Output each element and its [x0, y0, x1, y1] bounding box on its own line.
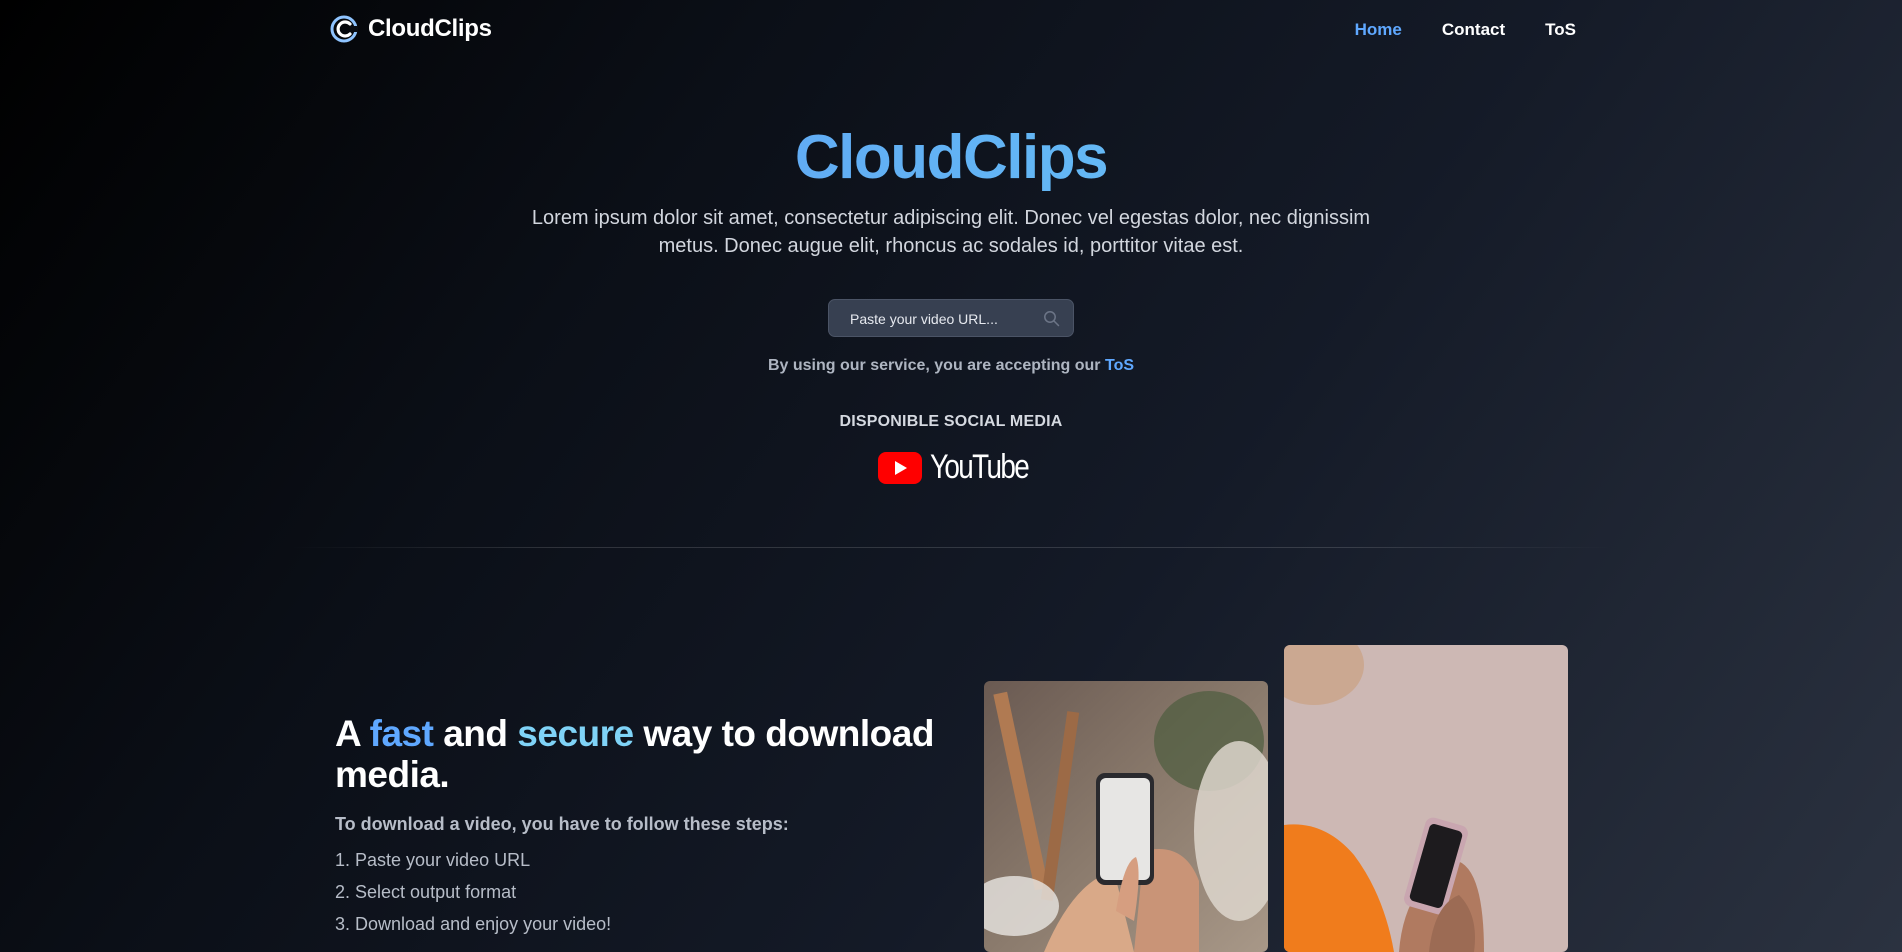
nav-link-contact[interactable]: Contact [1442, 20, 1505, 40]
video-url-input[interactable] [829, 300, 1052, 338]
youtube-wordmark: YouTube [930, 448, 1030, 486]
hero-description: Lorem ipsum dolor sit amet, consectetur … [531, 207, 1371, 257]
youtube-icon [878, 451, 922, 484]
hero-title: CloudClips [0, 122, 1902, 193]
tos-note: By using our service, you are accepting … [0, 357, 1902, 375]
steps-intro: To download a video, you have to follow … [335, 814, 789, 834]
tos-note-text: By using our service, you are accepting … [767, 357, 1105, 374]
phone-photo-2-image [1284, 645, 1568, 952]
brand[interactable]: CloudClips [330, 15, 492, 43]
brand-name: CloudClips [368, 15, 492, 42]
feature-title: A fast and secure way to download media. [335, 713, 935, 795]
step-item: 2. Select output format [335, 882, 517, 902]
youtube-logo[interactable]: YouTube [878, 448, 1050, 487]
phone-photo-1 [984, 681, 1268, 952]
search-icon[interactable] [1043, 310, 1060, 327]
nav-link-tos[interactable]: ToS [1545, 20, 1576, 40]
nav-links: Home Contact ToS [1355, 20, 1576, 40]
steps-list: 1. Paste your video URL 2. Select output… [335, 848, 611, 944]
cloudclips-logo-icon [330, 15, 358, 43]
feature-title-part: and [433, 713, 518, 754]
step-item: 3. Download and enjoy your video! [335, 914, 612, 934]
phone-photo-1-image [984, 681, 1268, 952]
nav-link-home[interactable]: Home [1355, 20, 1402, 40]
feature-title-fast: fast [369, 713, 434, 754]
section-divider [290, 547, 1612, 548]
navbar: CloudClips Home Contact ToS [0, 0, 1902, 64]
step-item: 1. Paste your video URL [335, 850, 531, 870]
feature-title-part: A [335, 713, 370, 754]
feature-title-secure: secure [517, 713, 634, 754]
phone-photo-2 [1284, 645, 1568, 952]
social-media-heading: DISPONIBLE SOCIAL MEDIA [839, 413, 1063, 430]
tos-link[interactable]: ToS [1105, 357, 1134, 374]
url-search-box [828, 299, 1074, 338]
